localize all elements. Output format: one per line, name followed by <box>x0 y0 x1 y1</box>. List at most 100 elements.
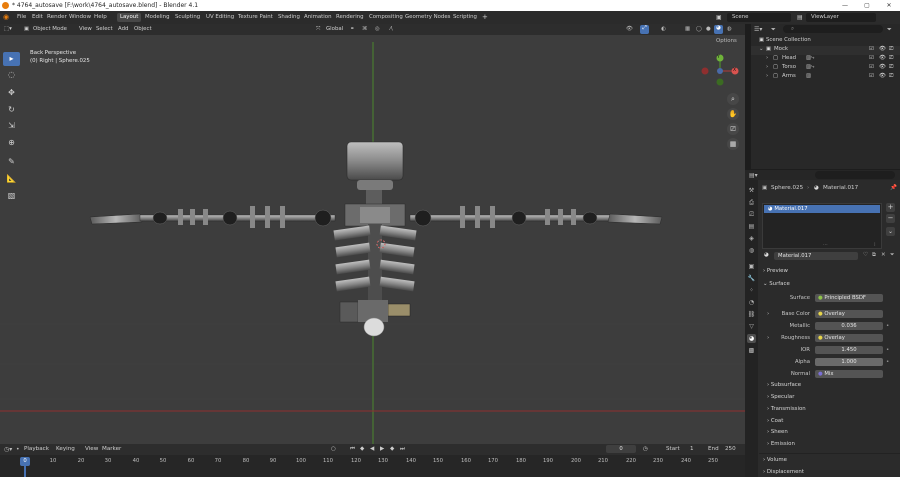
tab-texture-paint[interactable]: Texture Paint <box>235 13 276 22</box>
node-tree-icon[interactable]: ⏷ <box>890 252 894 259</box>
emission-subpanel[interactable]: › Emission <box>767 441 795 447</box>
data-tab-icon[interactable]: ▽ <box>747 322 756 331</box>
chevron-down-icon[interactable]: ⌄ <box>759 46 764 52</box>
chevron-right-icon[interactable]: › <box>766 64 768 70</box>
camera-view-icon[interactable]: ⎚ <box>727 123 739 135</box>
checkbox-icon[interactable]: ☑ <box>869 64 874 70</box>
constraints-tab-icon[interactable]: ⛓ <box>747 310 756 319</box>
jump-start-icon[interactable]: ⏮ <box>350 446 355 453</box>
base-color-field[interactable]: ● Overlay <box>815 310 883 318</box>
tab-rendering[interactable]: Rendering <box>333 13 367 22</box>
tab-modeling[interactable]: Modeling <box>142 13 173 22</box>
viewport-scene[interactable] <box>0 24 745 444</box>
add-workspace-button[interactable]: + <box>479 13 491 22</box>
camera-icon[interactable]: ⎚ <box>889 46 893 53</box>
eye-icon[interactable]: 👁 <box>879 73 886 79</box>
playhead-frame-indicator[interactable]: 0 <box>20 457 30 466</box>
view-layer-tab-icon[interactable]: ▤ <box>747 222 756 231</box>
head-mesh[interactable] <box>346 141 404 204</box>
outliner-row-torso[interactable]: › ▢ Torso ▨⤷ ☑ 👁 ⎚ <box>751 64 900 73</box>
menu-playback[interactable]: Playback <box>24 446 49 452</box>
properties-search-input[interactable] <box>815 171 895 179</box>
filter-icon[interactable]: ⏷ <box>771 26 776 34</box>
tab-geometry-nodes[interactable]: Geometry Nodes <box>402 13 453 22</box>
tab-uv-editing[interactable]: UV Editing <box>203 13 237 22</box>
material-browse-icon[interactable]: ◕ <box>764 252 769 258</box>
duplicate-icon[interactable]: ⧉ <box>872 252 876 259</box>
record-dot-icon[interactable]: ○ <box>331 446 336 452</box>
maximize-button[interactable]: ▢ <box>856 0 878 11</box>
ior-slider[interactable]: 1.450 <box>815 346 883 354</box>
playhead-line[interactable] <box>24 466 26 477</box>
minimize-button[interactable]: — <box>834 0 856 11</box>
jump-end-icon[interactable]: ⏭ <box>400 446 405 453</box>
end-frame-field[interactable]: 250 <box>725 446 736 452</box>
outliner-row-scene-collection[interactable]: ▣ Scene Collection <box>751 37 900 46</box>
physics-tab-icon[interactable]: ◔ <box>747 298 756 307</box>
checkbox-icon[interactable]: ☑ <box>869 73 874 79</box>
timeline-editor[interactable]: ◷▾ • Playback Keying View Marker ○ ⏮ ◆ ◀… <box>0 444 745 477</box>
specular-subpanel[interactable]: › Specular <box>767 394 794 400</box>
remove-slot-button[interactable]: − <box>886 214 895 223</box>
keyframe-dot-icon[interactable]: • <box>886 347 889 353</box>
add-slot-button[interactable]: + <box>886 203 895 212</box>
alpha-slider[interactable]: 1.000 <box>815 358 883 366</box>
properties-editor-icon[interactable]: ▤▾ <box>749 172 758 179</box>
timeline-editor-icon[interactable]: ◷▾ <box>4 446 12 453</box>
subsurface-subpanel[interactable]: › Subsurface <box>767 382 801 388</box>
scene-tab-icon[interactable]: ◈ <box>747 234 756 243</box>
pin-icon[interactable]: 📌 <box>890 185 897 191</box>
normal-field[interactable]: ● Mix <box>815 370 883 378</box>
material-slot-list[interactable]: ◕ Material.017 ⋯ ⁞ <box>762 203 882 249</box>
outliner-row-head[interactable]: › ▢ Head ▨⤷ ☑ 👁 ⎚ <box>751 55 900 64</box>
start-frame-field[interactable]: 1 <box>690 446 694 452</box>
blender-menu-icon[interactable]: ◉ <box>3 13 9 21</box>
camera-icon[interactable]: ⎚ <box>889 55 893 62</box>
metallic-slider[interactable]: 0.036 <box>815 322 883 330</box>
coat-subpanel[interactable]: › Coat <box>767 418 783 424</box>
outliner-funnel-icon[interactable]: ⏷ <box>887 26 892 34</box>
menu-render[interactable]: Render <box>47 14 67 20</box>
outliner-search-input[interactable]: ⌕ <box>783 25 883 33</box>
right-arm-mesh[interactable] <box>409 206 663 228</box>
menu-marker[interactable]: Marker <box>102 446 121 452</box>
viewlayer-selector[interactable]: ViewLayer <box>806 13 876 22</box>
camera-icon[interactable]: ⎚ <box>889 73 893 80</box>
left-arm-mesh[interactable] <box>89 206 336 228</box>
play-icon[interactable]: ▶ <box>380 446 384 452</box>
outliner-editor-icon[interactable]: ☰▾ <box>754 26 762 33</box>
sheen-subpanel[interactable]: › Sheen <box>767 429 788 435</box>
preview-range-icon[interactable]: ◷ <box>643 446 648 452</box>
scene-selector[interactable]: Scene <box>727 13 791 22</box>
preview-panel-header[interactable]: › Preview <box>763 268 788 274</box>
checkbox-icon[interactable]: ☑ <box>869 46 874 52</box>
pan-hand-icon[interactable]: ✋ <box>727 108 739 120</box>
menu-help[interactable]: Help <box>94 14 107 20</box>
chevron-right-icon[interactable]: › <box>766 73 768 79</box>
checkbox-icon[interactable]: ☑ <box>869 55 874 61</box>
play-reverse-icon[interactable]: ◀ <box>370 446 374 452</box>
tab-layout[interactable]: Layout <box>117 13 142 22</box>
world-tab-icon[interactable]: ◍ <box>747 246 756 255</box>
render-tab-icon[interactable]: ⎙ <box>747 198 756 207</box>
surface-shader-field[interactable]: ● Principled BSDF <box>815 294 883 302</box>
list-grip-icon[interactable]: ⁞ <box>874 242 876 248</box>
tool-tab-icon[interactable]: ⚒ <box>747 186 756 195</box>
tab-shading[interactable]: Shading <box>275 13 303 22</box>
tab-scripting[interactable]: Scripting <box>450 13 480 22</box>
torso-mesh[interactable] <box>333 203 417 337</box>
menu-view[interactable]: View <box>85 446 98 452</box>
3d-viewport[interactable]: ⬚▾ ▣ Object Mode View Select Add Object … <box>0 24 745 444</box>
fake-user-icon[interactable]: ♡ <box>863 252 868 258</box>
tab-compositing[interactable]: Compositing <box>366 13 406 22</box>
unlink-icon[interactable]: ✕ <box>881 252 886 258</box>
roughness-field[interactable]: ● Overlay <box>815 334 883 342</box>
zoom-icon[interactable]: ⌕ <box>727 93 739 105</box>
close-window-button[interactable]: ✕ <box>878 0 900 11</box>
tab-animation[interactable]: Animation <box>301 13 334 22</box>
object-tab-icon[interactable]: ▣ <box>747 262 756 271</box>
camera-icon[interactable]: ⎚ <box>889 64 893 71</box>
volume-panel-header[interactable]: › Volume <box>763 457 787 463</box>
eye-icon[interactable]: 👁 <box>879 55 886 61</box>
current-frame-field[interactable]: 0 <box>606 445 636 453</box>
